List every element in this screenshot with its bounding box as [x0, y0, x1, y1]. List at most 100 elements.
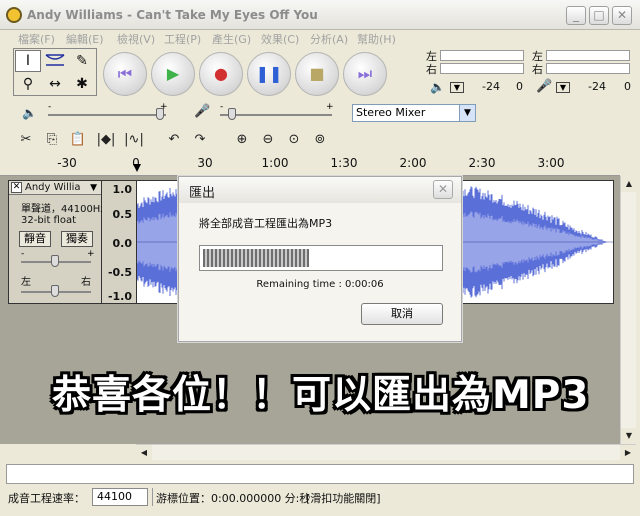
cursor-position: 游標位置：0:00.000000 分:秒	[156, 492, 311, 505]
pan-slider-thumb[interactable]	[51, 285, 59, 297]
play-position-marker	[133, 164, 141, 172]
ruler-tick: 30	[197, 156, 213, 170]
playback-meter[interactable]: 左 右 🔈 ▼ -24 0	[426, 48, 526, 96]
close-button[interactable]: ✕	[612, 6, 632, 25]
zoom-tool-icon[interactable]: ⚲	[15, 73, 41, 95]
scroll-right-icon[interactable]: ▶	[620, 445, 636, 461]
minimize-button[interactable]: _	[566, 6, 586, 25]
zoom-in-icon[interactable]: ⊕	[231, 129, 253, 151]
meter-menu-dropdown[interactable]: ▼	[450, 82, 464, 93]
edit-toolbar: ✂ ⎘ 📋 |◆| |∿| ↶ ↷ ⊕ ⊖ ⊙ ⊚	[13, 128, 343, 154]
menu-edit[interactable]: 編輯(E)	[66, 31, 104, 47]
cut-icon[interactable]: ✂	[15, 129, 37, 151]
meter-scale-high: 0	[516, 80, 523, 93]
zoom-out-icon[interactable]: ⊖	[257, 129, 279, 151]
scale-label: -1.0	[107, 290, 132, 303]
speaker-icon: 🔈	[22, 106, 37, 120]
multi-tool-icon[interactable]: ✱	[69, 73, 95, 95]
skip-end-button[interactable]: ⏭	[343, 52, 387, 96]
time-shift-tool-icon[interactable]: ↔	[42, 73, 68, 95]
menu-help[interactable]: 幫助(H)	[357, 31, 396, 47]
headphones-app-icon	[6, 7, 22, 23]
copy-icon[interactable]: ⎘	[41, 129, 63, 151]
menu-effect[interactable]: 效果(C)	[261, 31, 299, 47]
redo-icon[interactable]: ↷	[189, 129, 211, 151]
status-bar: 成音工程速率： 44100 游標位置：0:00.000000 分:秒 [滑扣功能…	[0, 486, 640, 510]
meter-bar-right	[440, 63, 524, 74]
close-icon[interactable]: ✕	[11, 182, 22, 193]
track-format-info: 32-bit float	[21, 215, 77, 226]
envelope-tool-icon[interactable]	[42, 50, 68, 72]
scale-label: 0.5	[112, 208, 133, 221]
solo-button[interactable]: 獨奏	[61, 231, 93, 247]
output-volume-thumb[interactable]	[156, 108, 164, 120]
record-button[interactable]: ●	[199, 52, 243, 96]
stop-button[interactable]: ■	[295, 52, 339, 96]
silence-icon[interactable]: |∿|	[123, 129, 145, 151]
horizontal-scrollbar[interactable]: ◀ ▶	[136, 444, 636, 461]
menu-view[interactable]: 檢視(V)	[117, 31, 155, 47]
ruler-tick: 2:00	[399, 156, 427, 170]
meter-right-label: 右	[426, 63, 437, 76]
project-rate-input[interactable]: 44100	[92, 488, 148, 506]
scale-label: -0.5	[107, 266, 132, 279]
menu-bar: 檔案(F) 編輯(E) 檢視(V) 工程(P) 產生(G) 效果(C) 分析(A…	[0, 30, 640, 46]
menu-file[interactable]: 檔案(F)	[18, 31, 55, 47]
paste-icon[interactable]: 📋	[67, 129, 89, 151]
cancel-button[interactable]: 取消	[361, 303, 443, 325]
scale-label: 0.0	[112, 237, 133, 250]
input-volume-thumb[interactable]	[228, 108, 236, 120]
track-control-panel: ✕ Andy Willia ▼ 單聲道，44100Hz 32-bit float…	[8, 180, 106, 304]
scroll-up-icon[interactable]: ▲	[621, 176, 637, 192]
draw-tool-icon[interactable]: ✎	[69, 50, 95, 72]
track-channel-info: 單聲道，44100Hz	[21, 204, 106, 215]
project-rate-label: 成音工程速率：	[8, 492, 85, 505]
gain-minus: -	[21, 249, 25, 259]
menu-project[interactable]: 工程(P)	[164, 31, 201, 47]
meter-scale-high: 0	[624, 80, 631, 93]
track-name: Andy Willia	[25, 182, 81, 193]
trim-icon[interactable]: |◆|	[95, 129, 117, 151]
input-volume-slider[interactable]	[220, 114, 332, 116]
title-bar: Andy Williams - Can't Take My Eyes Off Y…	[0, 0, 640, 30]
gain-slider-thumb[interactable]	[51, 255, 59, 267]
microphone-icon: 🎤	[536, 79, 553, 94]
track-title-bar[interactable]: ✕ Andy Willia ▼	[9, 181, 101, 195]
scroll-left-icon[interactable]: ◀	[136, 445, 152, 461]
pan-right-label: 右	[81, 277, 91, 288]
output-volume-slider[interactable]	[48, 114, 166, 116]
menu-analyze[interactable]: 分析(A)	[310, 31, 348, 47]
play-button[interactable]: ▶	[151, 52, 195, 96]
vertical-scrollbar[interactable]: ▲ ▼	[620, 176, 637, 444]
transport-toolbar: ⏮ ▶ ● ❚❚ ■ ⏭	[103, 50, 391, 96]
status-message-bar	[6, 464, 634, 484]
stop-icon: ■	[309, 64, 325, 83]
maximize-button[interactable]: □	[589, 6, 609, 25]
fit-selection-icon[interactable]: ⊙	[283, 129, 305, 151]
record-icon: ●	[214, 64, 228, 83]
record-meter[interactable]: 左 右 🎤 ▼ -24 0	[532, 48, 636, 96]
dialog-close-button[interactable]: ✕	[433, 180, 453, 199]
remaining-time: Remaining time : 0:00:06	[256, 279, 384, 290]
snap-status: [滑扣功能關閉]	[306, 492, 381, 505]
input-source-select[interactable]: Stereo Mixer ▼	[352, 104, 476, 122]
overlay-caption: 恭喜各位！！可以匯出為MP3	[52, 373, 590, 418]
scroll-down-icon[interactable]: ▼	[621, 428, 637, 444]
undo-icon[interactable]: ↶	[163, 129, 185, 151]
meter-bar-right	[546, 63, 630, 74]
selection-tool-icon[interactable]: I	[15, 50, 41, 72]
meter-menu-dropdown[interactable]: ▼	[556, 82, 570, 93]
skip-start-button[interactable]: ⏮	[103, 52, 147, 96]
fit-project-icon[interactable]: ⊚	[309, 129, 331, 151]
chevron-down-icon[interactable]: ▼	[90, 183, 97, 193]
pause-button[interactable]: ❚❚	[247, 52, 291, 96]
ruler-tick: 3:00	[537, 156, 565, 170]
meter-scale-low: -24	[482, 80, 500, 93]
scale-label: 1.0	[112, 183, 133, 196]
timeline-ruler[interactable]: -30 0 30 1:00 1:30 2:00 2:30 3:00	[0, 154, 620, 176]
pan-left-label: 左	[21, 277, 31, 288]
amplitude-scale: 1.0 0.5 0.0 -0.5 -1.0	[102, 180, 136, 304]
export-progress-bar	[199, 245, 443, 271]
menu-generate[interactable]: 產生(G)	[212, 31, 251, 47]
mute-button[interactable]: 靜音	[19, 231, 51, 247]
